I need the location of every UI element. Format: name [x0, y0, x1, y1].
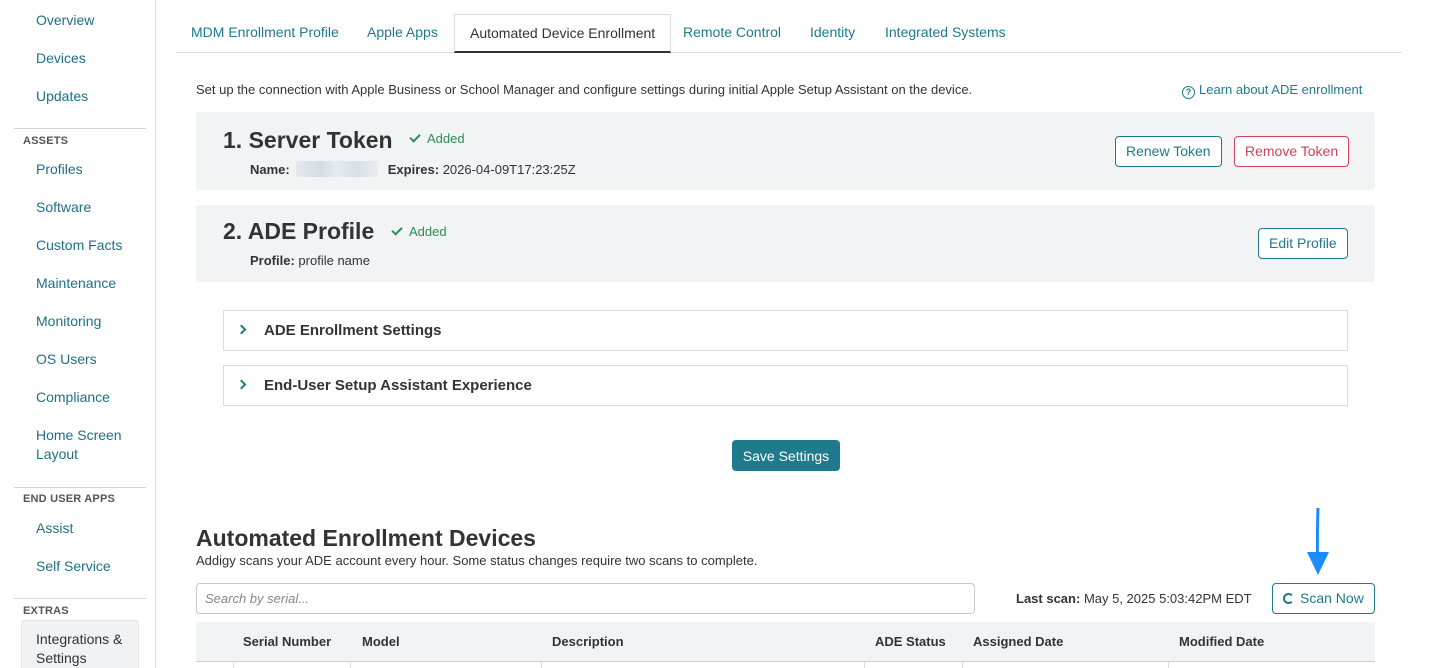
- renew-token-button[interactable]: Renew Token: [1115, 136, 1222, 167]
- column-divider: [864, 662, 865, 668]
- accordion-end-user-setup-assistant[interactable]: End-User Setup Assistant Experience: [223, 365, 1348, 406]
- profile-value: profile name: [298, 253, 370, 268]
- column-header-description[interactable]: Description: [552, 634, 624, 649]
- tab-integrated-systems[interactable]: Integrated Systems: [870, 14, 1021, 52]
- check-icon: [409, 131, 421, 143]
- sidebar-item-maintenance[interactable]: Maintenance: [36, 274, 116, 293]
- sidebar-item-os-users[interactable]: OS Users: [36, 350, 97, 369]
- save-settings-button[interactable]: Save Settings: [732, 440, 840, 471]
- column-header-model[interactable]: Model: [362, 634, 400, 649]
- column-divider: [350, 662, 351, 668]
- sidebar: Overview Devices Updates ASSETS Profiles…: [0, 0, 156, 668]
- token-name-label: Name:: [250, 162, 290, 177]
- intro-text: Set up the connection with Apple Busines…: [196, 82, 973, 97]
- tab-bar: MDM Enrollment Profile Apple Apps Automa…: [176, 14, 1402, 53]
- sidebar-item-compliance[interactable]: Compliance: [36, 388, 110, 407]
- ade-profile-meta: Profile: profile name: [250, 253, 370, 268]
- server-token-status: Added: [409, 131, 465, 146]
- check-icon: [391, 224, 403, 236]
- scan-now-label: Scan Now: [1300, 590, 1364, 606]
- server-token-card: 1. Server Token Added Name: Expires: 2026…: [196, 112, 1375, 190]
- accordion-ade-enrollment-settings[interactable]: ADE Enrollment Settings: [223, 310, 1348, 351]
- sidebar-divider: [14, 128, 146, 129]
- edit-profile-button[interactable]: Edit Profile: [1258, 228, 1348, 259]
- sidebar-item-self-service[interactable]: Self Service: [36, 557, 111, 576]
- column-header-modified-date[interactable]: Modified Date: [1179, 634, 1264, 649]
- devices-title: Automated Enrollment Devices: [196, 525, 536, 551]
- sidebar-item-monitoring[interactable]: Monitoring: [36, 312, 101, 331]
- server-token-status-label: Added: [427, 131, 465, 146]
- sidebar-section-extras: EXTRAS: [23, 605, 69, 617]
- tab-identity[interactable]: Identity: [795, 14, 870, 52]
- ade-profile-title: 2. ADE Profile: [223, 218, 375, 244]
- sidebar-section-assets: ASSETS: [23, 135, 69, 147]
- column-divider: [541, 662, 542, 668]
- sidebar-divider: [14, 487, 146, 488]
- help-circle-icon: ?: [1182, 86, 1195, 99]
- last-scan-value: May 5, 2025 5:03:42PM EDT: [1083, 591, 1252, 606]
- sidebar-item-software[interactable]: Software: [36, 198, 91, 217]
- last-scan-label: Last scan:: [1016, 591, 1081, 606]
- scan-now-button[interactable]: Scan Now: [1272, 583, 1375, 614]
- sidebar-item-integrations-settings-label: Integrations & Settings: [36, 631, 123, 666]
- chevron-right-icon: [236, 379, 247, 390]
- sidebar-divider: [14, 598, 146, 599]
- devices-table-header: Serial Number Model Description ADE Stat…: [196, 622, 1375, 662]
- column-divider: [1168, 662, 1169, 668]
- tab-remote-control[interactable]: Remote Control: [668, 14, 796, 52]
- learn-ade-link[interactable]: ? Learn about ADE enrollment: [1182, 82, 1362, 99]
- column-header-serial-number[interactable]: Serial Number: [243, 634, 331, 649]
- column-divider: [233, 662, 234, 668]
- sidebar-item-assist[interactable]: Assist: [36, 519, 73, 538]
- sidebar-item-home-screen-layout[interactable]: Home Screen Layout: [36, 426, 136, 464]
- sidebar-item-profiles[interactable]: Profiles: [36, 160, 83, 179]
- tab-mdm-enrollment-profile[interactable]: MDM Enrollment Profile: [176, 14, 354, 52]
- ade-profile-status-label: Added: [409, 224, 447, 239]
- column-header-ade-status[interactable]: ADE Status: [875, 634, 946, 649]
- server-token-title: 1. Server Token: [223, 127, 393, 153]
- refresh-icon: [1283, 593, 1294, 604]
- sidebar-item-overview[interactable]: Overview: [36, 11, 94, 30]
- tab-automated-device-enrollment[interactable]: Automated Device Enrollment: [454, 14, 672, 53]
- sidebar-item-custom-facts[interactable]: Custom Facts: [36, 236, 122, 255]
- learn-ade-link-label: Learn about ADE enrollment: [1199, 82, 1363, 97]
- token-name-redacted: [295, 161, 378, 177]
- devices-subtitle: Addigy scans your ADE account every hour…: [196, 553, 758, 568]
- remove-token-button[interactable]: Remove Token: [1234, 136, 1350, 167]
- tab-apple-apps[interactable]: Apple Apps: [352, 14, 453, 52]
- sidebar-item-devices[interactable]: Devices: [36, 49, 86, 68]
- search-serial-input[interactable]: [196, 583, 975, 614]
- ade-profile-status: Added: [391, 224, 447, 239]
- server-token-meta: Name: Expires: 2026-04-09T17:23:25Z: [250, 161, 576, 177]
- sidebar-item-updates[interactable]: Updates: [36, 87, 88, 106]
- chevron-right-icon: [236, 324, 247, 335]
- accordion-label: ADE Enrollment Settings: [264, 322, 442, 339]
- ade-profile-card: 2. ADE Profile Added Profile: profile na…: [196, 205, 1375, 282]
- token-expires-value: 2026-04-09T17:23:25Z: [442, 162, 576, 177]
- pointer-arrow-icon: [1307, 508, 1329, 575]
- column-header-assigned-date[interactable]: Assigned Date: [973, 634, 1063, 649]
- last-scan: Last scan: May 5, 2025 5:03:42PM EDT: [1016, 591, 1252, 606]
- profile-label: Profile:: [250, 253, 295, 268]
- token-expires-label: Expires:: [387, 162, 440, 177]
- column-divider: [962, 662, 963, 668]
- sidebar-section-end-user-apps: END USER APPS: [23, 493, 116, 505]
- accordion-label: End-User Setup Assistant Experience: [264, 377, 532, 394]
